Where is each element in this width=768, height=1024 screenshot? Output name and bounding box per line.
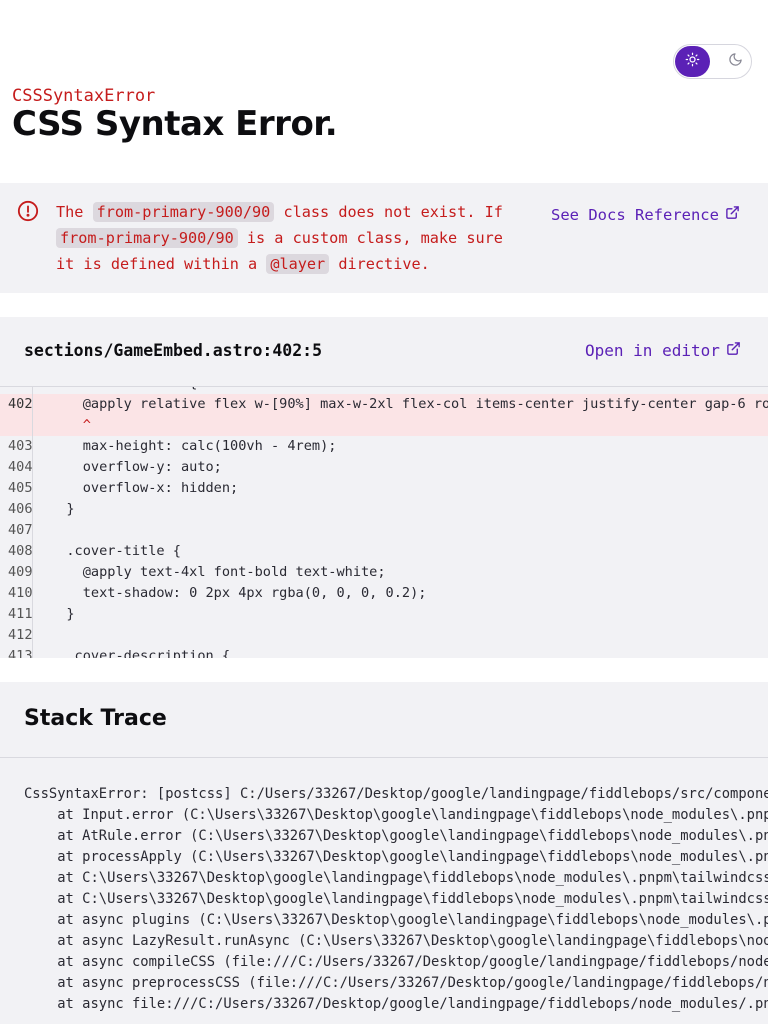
stack-trace-line: at async preprocessCSS (file:///C:/Users…: [24, 975, 768, 991]
code-line: 403 max-height: calc(100vh - 4rem);: [0, 436, 768, 457]
code-text: .cover-title {: [50, 543, 181, 559]
code-text: .cover-description {: [50, 648, 231, 658]
code-frame-header: sections/GameEmbed.astro:402:5 Open in e…: [0, 317, 768, 387]
stack-trace-line: at processApply (C:\Users\33267\Desktop\…: [24, 849, 768, 865]
directive-code: @layer: [266, 254, 330, 274]
code-text: text-shadow: 0 2px 4px rgba(0, 0, 0, 0.2…: [50, 585, 427, 601]
error-title: CSS Syntax Error.: [12, 104, 338, 144]
error-message: The from-primary-900/90 class does not e…: [56, 199, 526, 277]
stack-trace-line: at async compileCSS (file:///C:/Users/33…: [24, 954, 768, 970]
code-line: 408 .cover-title {: [0, 541, 768, 562]
line-number: 409: [0, 562, 33, 583]
theme-toggle[interactable]: [673, 44, 752, 79]
stack-trace-line: at AtRule.error (C:\Users\33267\Desktop\…: [24, 828, 768, 844]
code-text: @apply text-4xl font-bold text-white;: [50, 564, 386, 580]
code-line: 405 overflow-x: hidden;: [0, 478, 768, 499]
code-frame: sections/GameEmbed.astro:402:5 Open in e…: [0, 317, 768, 658]
light-theme-button[interactable]: [675, 46, 710, 77]
class-code: from-primary-900/90: [56, 228, 238, 248]
line-number: 401: [0, 387, 33, 394]
line-number: 408: [0, 541, 33, 562]
class-code: from-primary-900/90: [92, 202, 275, 222]
stack-trace-line: at C:\Users\33267\Desktop\google\landing…: [24, 891, 768, 907]
dark-theme-button[interactable]: [720, 46, 751, 77]
alert-circle-icon: [17, 200, 39, 226]
stack-trace-line: at async plugins (C:\Users\33267\Desktop…: [24, 912, 768, 928]
code-line: 404 overflow-y: auto;: [0, 457, 768, 478]
line-number: 406: [0, 499, 33, 520]
moon-icon: [728, 52, 743, 71]
line-number: 412: [0, 625, 33, 646]
code-line: 407: [0, 520, 768, 541]
code-line-highlighted: 402 @apply relative flex w-[90%] max-w-2…: [0, 394, 768, 415]
external-link-icon: [726, 341, 741, 360]
code-line: 401 .cover-content {: [0, 387, 768, 394]
docs-reference-link[interactable]: See Docs Reference: [551, 205, 740, 224]
line-number: 410: [0, 583, 33, 604]
stack-trace-panel: Stack Trace CssSyntaxError: [postcss] C:…: [0, 682, 768, 1024]
code-lines: 401 .cover-content {402 @apply relative …: [0, 387, 768, 658]
message-text: The: [56, 203, 93, 221]
sun-icon: [685, 52, 700, 71]
code-body[interactable]: 401 .cover-content {402 @apply relative …: [0, 387, 768, 658]
stack-trace-line: CssSyntaxError: [postcss] C:/Users/33267…: [24, 786, 768, 802]
code-text: @apply relative flex w-[90%] max-w-2xl f…: [50, 396, 768, 412]
error-name: CSSSyntaxError: [12, 86, 156, 106]
line-number: 404: [0, 457, 33, 478]
message-text: directive.: [329, 255, 430, 273]
code-text: max-height: calc(100vh - 4rem);: [50, 438, 337, 454]
stack-trace-line: at Input.error (C:\Users\33267\Desktop\g…: [24, 807, 768, 823]
code-line: 406 }: [0, 499, 768, 520]
code-line: 413 .cover-description {: [0, 646, 768, 658]
code-text: .cover-content {: [50, 387, 197, 394]
code-text: }: [50, 606, 75, 622]
stack-trace-title: Stack Trace: [24, 706, 167, 731]
message-text: class does not exist. If: [274, 203, 503, 221]
stack-trace-line: at async LazyResult.runAsync (C:\Users\3…: [24, 933, 768, 949]
open-in-editor-link[interactable]: Open in editor: [585, 341, 741, 360]
code-text: }: [50, 501, 75, 517]
code-line: 411 }: [0, 604, 768, 625]
docs-reference-label: See Docs Reference: [551, 205, 719, 224]
code-line: 409 @apply text-4xl font-bold text-white…: [0, 562, 768, 583]
stack-trace-line: at C:\Users\33267\Desktop\google\landing…: [24, 870, 768, 886]
stack-trace-header: Stack Trace: [0, 682, 768, 758]
line-number: 411: [0, 604, 33, 625]
stack-trace-line: at async file:///C:/Users/33267/Desktop/…: [24, 996, 768, 1012]
open-in-editor-label: Open in editor: [585, 341, 720, 360]
line-number: 413: [0, 646, 33, 658]
line-number: 403: [0, 436, 33, 457]
external-link-icon: [725, 205, 740, 224]
error-caret: ^: [50, 417, 91, 433]
code-file-path: sections/GameEmbed.astro:402:5: [24, 341, 323, 360]
code-line-highlighted: ^: [0, 415, 768, 436]
line-number: 405: [0, 478, 33, 499]
code-line: 410 text-shadow: 0 2px 4px rgba(0, 0, 0,…: [0, 583, 768, 604]
stack-trace-lines[interactable]: CssSyntaxError: [postcss] C:/Users/33267…: [24, 784, 768, 1015]
code-line: 412: [0, 625, 768, 646]
code-text: overflow-x: hidden;: [50, 480, 239, 496]
line-number: [0, 415, 33, 436]
line-number: 407: [0, 520, 33, 541]
code-text: overflow-y: auto;: [50, 459, 222, 475]
line-number: 402: [0, 394, 33, 415]
